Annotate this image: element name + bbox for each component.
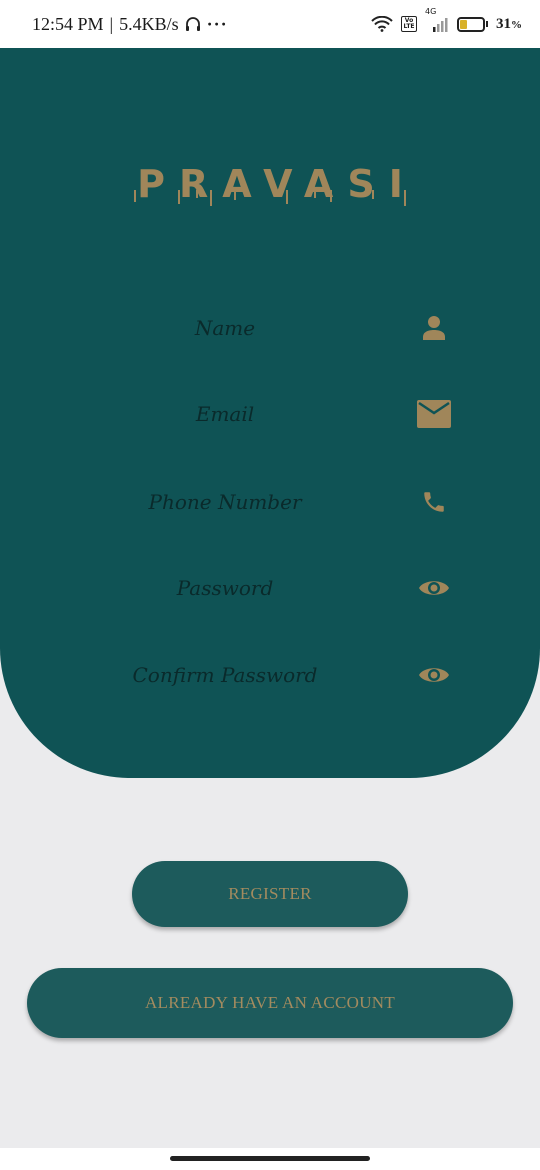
- confirm-password-field-row: [0, 650, 540, 700]
- phone-field-row: [0, 477, 540, 527]
- volte-icon: Vo LTE: [401, 16, 417, 32]
- volte-label: Vo LTE: [401, 16, 417, 32]
- password-field[interactable]: [100, 566, 350, 610]
- battery-level: [460, 19, 467, 29]
- status-left: 12:54 PM | 5.4KB/s ···: [32, 14, 228, 35]
- register-button[interactable]: REGISTER: [132, 861, 408, 927]
- brand-drip-decoration: [134, 190, 406, 206]
- battery-percent-unit: %: [511, 18, 522, 31]
- network-type: 4G: [425, 7, 437, 16]
- eye-icon[interactable]: [414, 568, 454, 608]
- password-field-row: [0, 563, 540, 613]
- status-separator: |: [109, 13, 114, 34]
- name-field-row: [0, 303, 540, 353]
- status-bar: 12:54 PM | 5.4KB/s ··· Vo LTE 4G 31%: [0, 0, 540, 48]
- battery-percent-value: 31: [496, 15, 511, 32]
- phone-number-field[interactable]: [100, 480, 350, 524]
- home-indicator[interactable]: [170, 1156, 370, 1161]
- network-speed: 5.4KB/s: [119, 13, 179, 34]
- headphones-icon: [185, 16, 201, 32]
- name-field[interactable]: [100, 306, 350, 350]
- email-field[interactable]: [100, 392, 350, 436]
- person-icon: [414, 308, 454, 348]
- status-time: 12:54 PM: [32, 13, 104, 34]
- already-have-account-button[interactable]: ALREADY HAVE AN ACCOUNT: [27, 968, 513, 1038]
- status-right: Vo LTE 4G 31%: [371, 7, 522, 33]
- mail-icon: [414, 394, 454, 434]
- battery-percent: 31%: [496, 16, 522, 33]
- confirm-password-field[interactable]: [100, 653, 350, 697]
- battery-icon: [457, 16, 488, 32]
- eye-icon[interactable]: [414, 655, 454, 695]
- phone-icon: [414, 482, 454, 522]
- signal-icon: 4G: [425, 7, 449, 32]
- email-field-row: [0, 389, 540, 439]
- wifi-icon: [371, 16, 393, 32]
- more-notifications: ···: [206, 13, 228, 34]
